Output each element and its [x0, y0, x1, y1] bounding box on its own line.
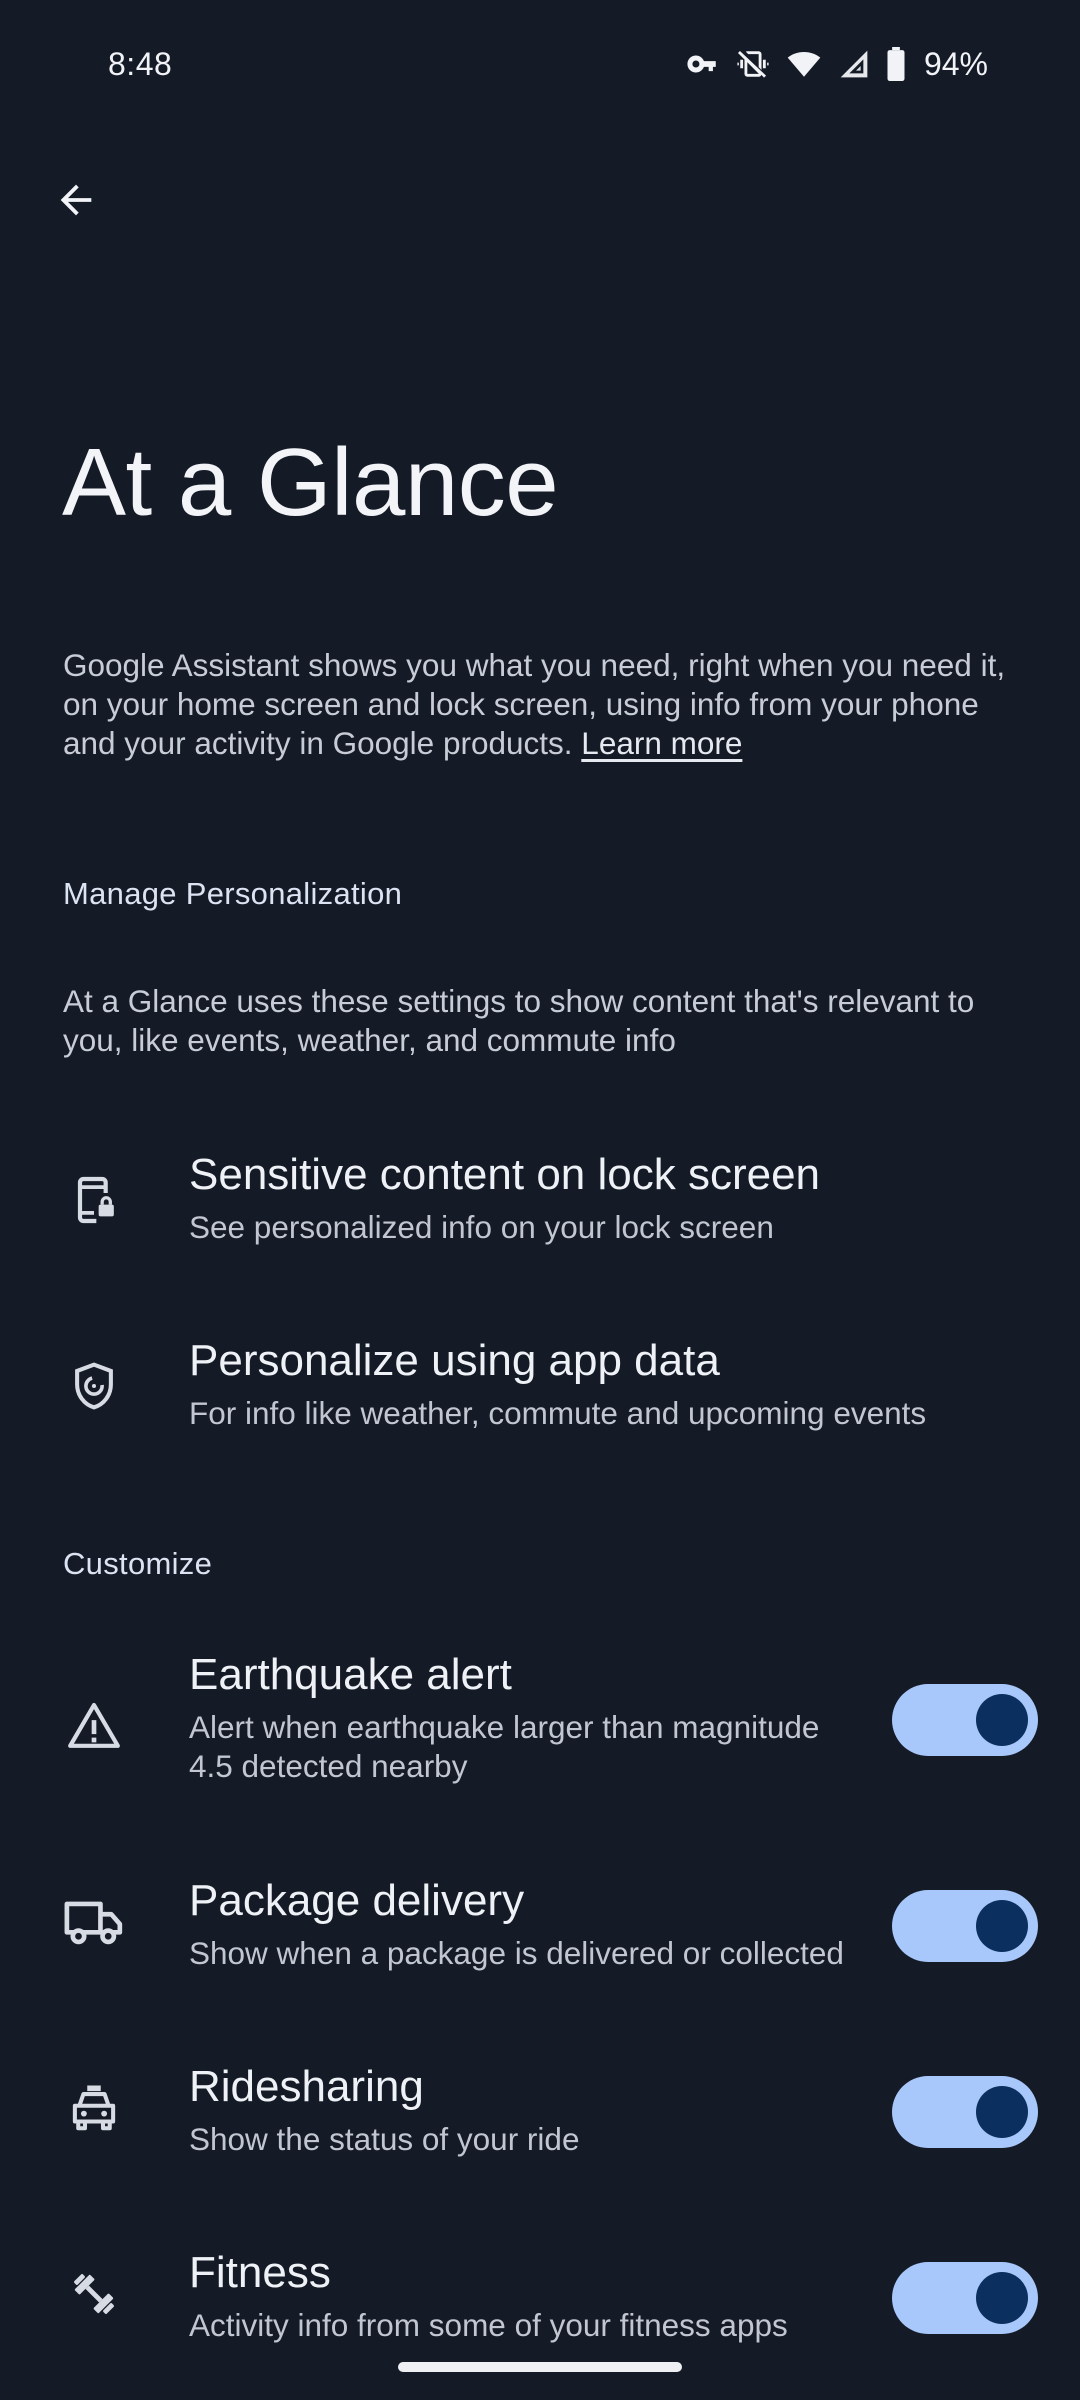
page-title: At a Glance: [62, 429, 559, 536]
pref-title: Fitness: [189, 2248, 331, 2297]
vibrate-off-icon: [736, 47, 770, 81]
toggle-thumb: [976, 1694, 1028, 1746]
learn-more-link[interactable]: Learn more: [581, 725, 742, 761]
pref-fitness[interactable]: Fitness Activity info from some of your …: [0, 2238, 1080, 2378]
fitness-toggle[interactable]: [892, 2262, 1038, 2334]
signal-icon: [838, 48, 870, 80]
intro-description: Google Assistant shows you what you need…: [63, 646, 1023, 763]
manage-personalization-description: At a Glance uses these settings to show …: [63, 983, 975, 1058]
pref-title: Ridesharing: [189, 2062, 424, 2111]
pref-summary: See personalized info on your lock scree…: [189, 1209, 774, 1245]
pref-earthquake-alert[interactable]: Earthquake alert Alert when earthquake l…: [0, 1640, 1080, 1810]
phone-lock-icon: [62, 1168, 126, 1232]
section-header-manage-personalization: Manage Personalization: [63, 876, 403, 911]
shield-icon: [62, 1354, 126, 1418]
pref-title: Package delivery: [189, 1876, 525, 1925]
status-icons: 94%: [686, 44, 988, 84]
pref-summary: Show when a package is delivered or coll…: [189, 1935, 844, 1971]
pref-title: Earthquake alert: [189, 1650, 512, 1699]
warning-triangle-icon: [62, 1694, 126, 1758]
section-header-customize: Customize: [63, 1546, 213, 1581]
pref-summary: For info like weather, commute and upcom…: [189, 1395, 927, 1431]
back-button[interactable]: [40, 166, 112, 238]
arrow-back-icon: [53, 177, 99, 228]
fitness-dumbbell-icon: [62, 2262, 126, 2326]
status-bar: 8:48 94%: [0, 0, 1080, 132]
pref-ridesharing[interactable]: Ridesharing Show the status of your ride: [0, 2052, 1080, 2192]
package-delivery-toggle[interactable]: [892, 1890, 1038, 1962]
truck-icon: [62, 1890, 126, 1954]
toggle-thumb: [976, 1900, 1028, 1952]
pref-package-delivery[interactable]: Package delivery Show when a package is …: [0, 1866, 1080, 2006]
wifi-icon: [786, 47, 822, 81]
status-time: 8:48: [108, 46, 173, 82]
vpn-key-icon: [686, 47, 720, 81]
battery-icon: [886, 47, 906, 81]
ridesharing-toggle[interactable]: [892, 2076, 1038, 2148]
earthquake-alert-toggle[interactable]: [892, 1684, 1038, 1756]
car-icon: [62, 2076, 126, 2140]
pref-summary: Activity info from some of your fitness …: [189, 2307, 788, 2343]
pref-summary: Show the status of your ride: [189, 2121, 580, 2157]
toggle-thumb: [976, 2086, 1028, 2138]
gesture-navigation-bar[interactable]: [398, 2362, 682, 2372]
pref-summary: Alert when earthquake larger than magnit…: [189, 1709, 820, 1784]
battery-percentage: 94%: [923, 45, 988, 82]
pref-title: Sensitive content on lock screen: [189, 1150, 821, 1199]
intro-text: Google Assistant shows you what you need…: [63, 647, 1006, 761]
toggle-thumb: [976, 2272, 1028, 2324]
pref-personalize-app-data[interactable]: Personalize using app data For info like…: [0, 1316, 1080, 1456]
pref-title: Personalize using app data: [189, 1336, 720, 1385]
pref-sensitive-content[interactable]: Sensitive content on lock screen See per…: [0, 1130, 1080, 1270]
